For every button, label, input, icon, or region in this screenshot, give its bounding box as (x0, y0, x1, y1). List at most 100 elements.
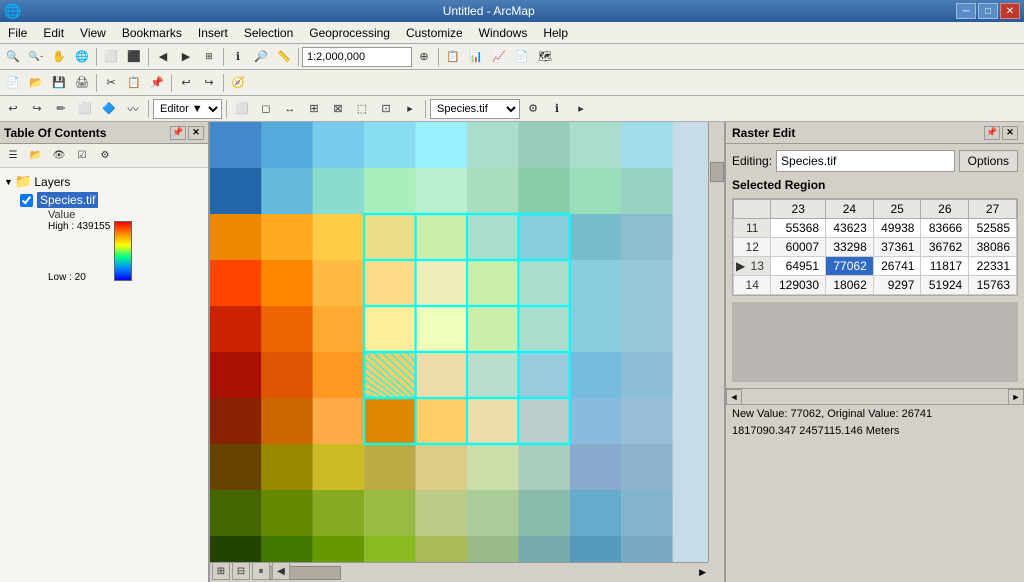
restore-button[interactable]: □ (978, 3, 998, 19)
identify-btn[interactable]: ℹ (227, 46, 249, 68)
editor-curve-btn[interactable]: 〰 (122, 98, 144, 120)
editor-poly-btn[interactable]: 🔷 (98, 98, 120, 120)
select-btn[interactable]: ⬜ (100, 46, 122, 68)
map-ctrl1[interactable]: ⊞ (212, 562, 230, 580)
cell-13-25[interactable]: 26741 (873, 257, 921, 276)
editor-arrow-btn[interactable]: ↩ (2, 98, 24, 120)
cell-12-23[interactable]: 60007 (771, 238, 826, 257)
report-btn[interactable]: 📄 (511, 46, 533, 68)
zoom-apply-btn[interactable]: ⊕ (413, 46, 435, 68)
ed-tool5[interactable]: ⊠ (327, 98, 349, 120)
cell-14-23[interactable]: 129030 (771, 276, 826, 295)
species-checkbox[interactable] (20, 194, 33, 207)
globe-btn[interactable]: 🌐 (71, 46, 93, 68)
editor-right-btn[interactable]: ↪ (26, 98, 48, 120)
pan-btn[interactable]: ✋ (48, 46, 70, 68)
copy-btn[interactable]: 📋 (123, 72, 145, 94)
map-ctrl4[interactable]: ◀ (272, 562, 290, 580)
print-btn[interactable]: 🖨 (71, 72, 93, 94)
cell-13-26[interactable]: 11817 (921, 257, 969, 276)
fwd-btn[interactable]: ▶ (175, 46, 197, 68)
cell-12-26[interactable]: 36762 (921, 238, 969, 257)
raster-editing-input[interactable] (776, 150, 955, 172)
cell-14-25[interactable]: 9297 (873, 276, 921, 295)
layer-props-btn[interactable]: ⚙ (522, 98, 544, 120)
raster-options-btn[interactable]: Options (959, 150, 1018, 172)
map-ctrl2[interactable]: ⊟ (232, 562, 250, 580)
menu-file[interactable]: File (0, 24, 35, 42)
expand-icon[interactable]: ▼ (4, 177, 13, 187)
editor-pencil-btn[interactable]: ✏ (50, 98, 72, 120)
toc-sel-btn[interactable]: ☑ (71, 145, 93, 167)
layer-info-btn[interactable]: ℹ (546, 98, 568, 120)
ed-tool1[interactable]: ⬜ (231, 98, 253, 120)
layer-select[interactable]: Species.tif (430, 99, 520, 119)
cell-11-24[interactable]: 43623 (826, 219, 874, 238)
ed-more[interactable]: ▸ (399, 98, 421, 120)
cell-11-25[interactable]: 49938 (873, 219, 921, 238)
raster-pin-btn[interactable]: 📌 (984, 126, 1000, 140)
cell-14-26[interactable]: 51924 (921, 276, 969, 295)
cell-12-27[interactable]: 38086 (969, 238, 1017, 257)
select2-btn[interactable]: ⬛ (123, 46, 145, 68)
scroll-right-btn[interactable]: ▶ (697, 567, 708, 578)
undo-btn[interactable]: ↩ (175, 72, 197, 94)
toc-options-btn[interactable]: ⚙ (94, 145, 116, 167)
editor-dropdown[interactable]: Editor ▼ (153, 99, 222, 119)
table-btn[interactable]: 📊 (465, 46, 487, 68)
cell-14-24[interactable]: 18062 (826, 276, 874, 295)
layer-btn[interactable]: 📋 (442, 46, 464, 68)
save-btn[interactable]: 💾 (48, 72, 70, 94)
minimize-button[interactable]: ─ (956, 3, 976, 19)
paste-btn[interactable]: 📌 (146, 72, 168, 94)
raster-scrollbar-h[interactable]: ◄ ► (726, 388, 1024, 404)
ed-tool4[interactable]: ⊞ (303, 98, 325, 120)
close-button[interactable]: ✕ (1000, 3, 1020, 19)
toc-source-btn[interactable]: 📂 (25, 145, 47, 167)
cell-13-27[interactable]: 22331 (969, 257, 1017, 276)
menu-customize[interactable]: Customize (398, 24, 471, 42)
menu-insert[interactable]: Insert (190, 24, 236, 42)
redo-btn[interactable]: ↪ (198, 72, 220, 94)
ed-tool2[interactable]: ◻ (255, 98, 277, 120)
zoom-out-btn[interactable]: 🔍- (25, 46, 47, 68)
toc-pin-btn[interactable]: 📌 (170, 126, 186, 140)
cell-11-23[interactable]: 55368 (771, 219, 826, 238)
chart-btn[interactable]: 📈 (488, 46, 510, 68)
raster-close-btn[interactable]: ✕ (1002, 126, 1018, 140)
ed-tool7[interactable]: ⊡ (375, 98, 397, 120)
find-btn[interactable]: 🔎 (250, 46, 272, 68)
north-btn[interactable]: 🧭 (227, 72, 249, 94)
toc-list-btn[interactable]: ☰ (2, 145, 24, 167)
scroll-thumb-v[interactable] (710, 162, 724, 182)
scale-input[interactable] (302, 47, 412, 67)
measure-btn[interactable]: 📏 (273, 46, 295, 68)
ed-tool3[interactable]: ↔ (279, 98, 301, 120)
menu-geoprocessing[interactable]: Geoprocessing (301, 24, 398, 42)
menu-help[interactable]: Help (535, 24, 576, 42)
cell-11-27[interactable]: 52585 (969, 219, 1017, 238)
cell-13-24-selected[interactable]: 77062 (826, 257, 874, 276)
raster-scroll-left[interactable]: ◄ (726, 389, 742, 405)
new-btn[interactable]: 📄 (2, 72, 24, 94)
toc-vis-btn[interactable]: 👁 (48, 145, 70, 167)
map-ctrl3[interactable]: ⏸ (252, 562, 270, 580)
menu-windows[interactable]: Windows (471, 24, 536, 42)
map-scrollbar-vertical[interactable] (708, 122, 724, 562)
open-btn[interactable]: 📂 (25, 72, 47, 94)
full-extent-btn[interactable]: ⊞ (198, 46, 220, 68)
menu-bookmarks[interactable]: Bookmarks (114, 24, 190, 42)
ed-tool6[interactable]: ⬚ (351, 98, 373, 120)
raster-scroll-right[interactable]: ► (1008, 389, 1024, 405)
menu-selection[interactable]: Selection (236, 24, 301, 42)
cut-btn[interactable]: ✂ (100, 72, 122, 94)
toc-close-btn[interactable]: ✕ (188, 126, 204, 140)
zoom-in-btn[interactable]: 🔍 (2, 46, 24, 68)
map-btn[interactable]: 🗺 (534, 46, 556, 68)
species-layer-name[interactable]: Species.tif (37, 192, 98, 208)
cell-12-25[interactable]: 37361 (873, 238, 921, 257)
layer-more-btn[interactable]: ▸ (570, 98, 592, 120)
map-area[interactable]: ◀ ▶ ⊞ ⊟ ⏸ ◀ (210, 122, 724, 582)
cell-12-24[interactable]: 33298 (826, 238, 874, 257)
cell-14-27[interactable]: 15763 (969, 276, 1017, 295)
